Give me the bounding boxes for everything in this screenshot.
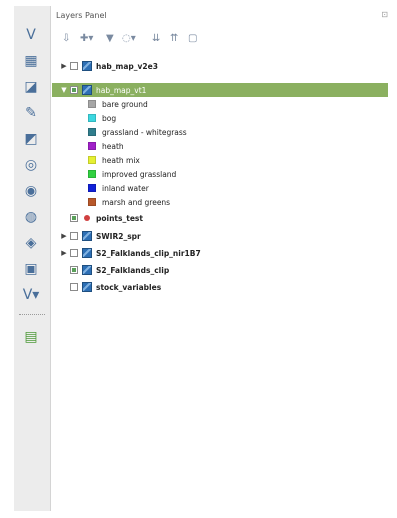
legend-swatch [88, 198, 96, 206]
legend-label: bog [102, 113, 117, 123]
legend-swatch [88, 156, 96, 164]
legend-label: heath [102, 141, 124, 151]
collapse-all-icon[interactable]: ⇈ [170, 33, 178, 44]
add-group-icon[interactable]: ✚▾ [80, 33, 93, 44]
layer-row-hab-map-vt1[interactable]: ▼ hab_map_vt1 [60, 83, 146, 97]
expression-filter-icon[interactable]: ◌▾ [122, 33, 136, 44]
legend-label: improved grassland [102, 169, 177, 179]
remove-layer-icon[interactable]: ▢ [188, 33, 197, 44]
panel-title: Layers Panel [56, 11, 107, 20]
layer-visibility-checkbox[interactable] [70, 214, 78, 222]
legend-swatch [88, 170, 96, 178]
add-vector-layer-icon[interactable]: V [19, 24, 43, 46]
layer-row-hab-map-v2e3[interactable]: ▶ hab_map_v2e3 [60, 59, 158, 73]
expand-arrow-icon[interactable]: ▶ [60, 62, 68, 70]
filter-legend-icon[interactable]: ▼ [106, 33, 114, 44]
legend-label: inland water [102, 183, 149, 193]
point-layer-icon [84, 215, 90, 221]
toolbar-separator [19, 314, 45, 316]
legend-swatch [88, 114, 96, 122]
layer-name: S2_Falklands_clip_nir1B7 [96, 248, 201, 258]
layer-row-swir2-spr[interactable]: ▶ SWIR2_spr [60, 229, 141, 243]
legend-item[interactable]: heath mix [88, 153, 140, 167]
add-spatialite-icon[interactable]: ◩ [19, 128, 43, 150]
add-wfs-icon[interactable]: ◍ [19, 206, 43, 228]
legend-item[interactable]: inland water [88, 181, 149, 195]
legend-item[interactable]: bog [88, 111, 116, 125]
layer-row-s2-falklands-clip[interactable]: S2_Falklands_clip [70, 263, 169, 277]
add-raster-layer-icon[interactable]: ▦ [19, 50, 43, 72]
legend-label: heath mix [102, 155, 140, 165]
legend-swatch [88, 100, 96, 108]
raster-layer-icon [82, 85, 92, 95]
legend-label: grassland - whitegrass [102, 127, 187, 137]
legend-item[interactable]: grassland - whitegrass [88, 125, 187, 139]
layer-name: stock_variables [96, 282, 162, 292]
layer-visibility-checkbox[interactable] [70, 283, 78, 291]
legend-item[interactable]: improved grassland [88, 167, 176, 181]
add-wms-icon[interactable]: ◉ [19, 180, 43, 202]
layer-name: S2_Falklands_clip [96, 265, 170, 275]
expand-arrow-icon[interactable]: ▶ [60, 249, 68, 257]
legend-item[interactable]: bare ground [88, 97, 148, 111]
add-delimited-text-icon[interactable]: ✎ [19, 102, 43, 124]
layer-visibility-checkbox[interactable] [70, 232, 78, 240]
add-mesh-layer-icon[interactable]: ◪ [19, 76, 43, 98]
add-virtual-layer-icon[interactable]: ◎ [19, 154, 43, 176]
add-xyz-icon[interactable]: ▣ [19, 258, 43, 280]
layer-row-points-test[interactable]: points_test [70, 211, 143, 225]
layer-visibility-checkbox[interactable] [70, 62, 78, 70]
legend-swatch [88, 142, 96, 150]
legend-item[interactable]: marsh and greens [88, 195, 170, 209]
collapse-arrow-icon[interactable]: ▼ [60, 86, 68, 94]
layer-name: hab_map_vt1 [96, 85, 147, 95]
layer-row-s2-falklands-clip-nir1b7[interactable]: ▶ S2_Falklands_clip_nir1B7 [60, 246, 201, 260]
new-layer-icon[interactable]: ▤ [19, 326, 43, 348]
expand-all-icon[interactable]: ⇊ [152, 33, 160, 44]
legend-item[interactable]: heath [88, 139, 124, 153]
panel-float-icon[interactable]: ⊡ [381, 10, 388, 19]
layer-name: SWIR2_spr [96, 231, 141, 241]
raster-layer-icon [82, 231, 92, 241]
data-source-toolbar: V ▦ ◪ ✎ ◩ ◎ ◉ ◍ ◈ ▣ V▾ ▤ [14, 6, 51, 511]
add-vector-tile-icon[interactable]: V▾ [19, 284, 43, 306]
add-wcs-icon[interactable]: ◈ [19, 232, 43, 254]
layer-visibility-checkbox[interactable] [70, 86, 78, 94]
expand-arrow-icon[interactable]: ▶ [60, 232, 68, 240]
raster-layer-icon [82, 265, 92, 275]
raster-layer-icon [82, 248, 92, 258]
layers-panel-toolbar: ⇩ ✚▾ ▼ ◌▾ ⇊ ⇈ ▢ [56, 33, 256, 51]
legend-swatch [88, 184, 96, 192]
layer-name: points_test [96, 213, 143, 223]
legend-label: marsh and greens [102, 197, 171, 207]
layer-visibility-checkbox[interactable] [70, 249, 78, 257]
legend-label: bare ground [102, 99, 148, 109]
layers-panel: Layers Panel ⊡ ⇩ ✚▾ ▼ ◌▾ ⇊ ⇈ ▢ ▶ hab_map… [52, 6, 390, 511]
layer-name: hab_map_v2e3 [96, 61, 158, 71]
legend-swatch [88, 128, 96, 136]
raster-layer-icon [82, 282, 92, 292]
qgis-window: V ▦ ◪ ✎ ◩ ◎ ◉ ◍ ◈ ▣ V▾ ▤ Layers Panel ⊡ … [0, 0, 397, 518]
layer-row-stock-variables[interactable]: stock_variables [70, 280, 161, 294]
raster-layer-icon [82, 61, 92, 71]
layer-visibility-checkbox[interactable] [70, 266, 78, 274]
open-layer-styling-icon[interactable]: ⇩ [62, 33, 70, 44]
